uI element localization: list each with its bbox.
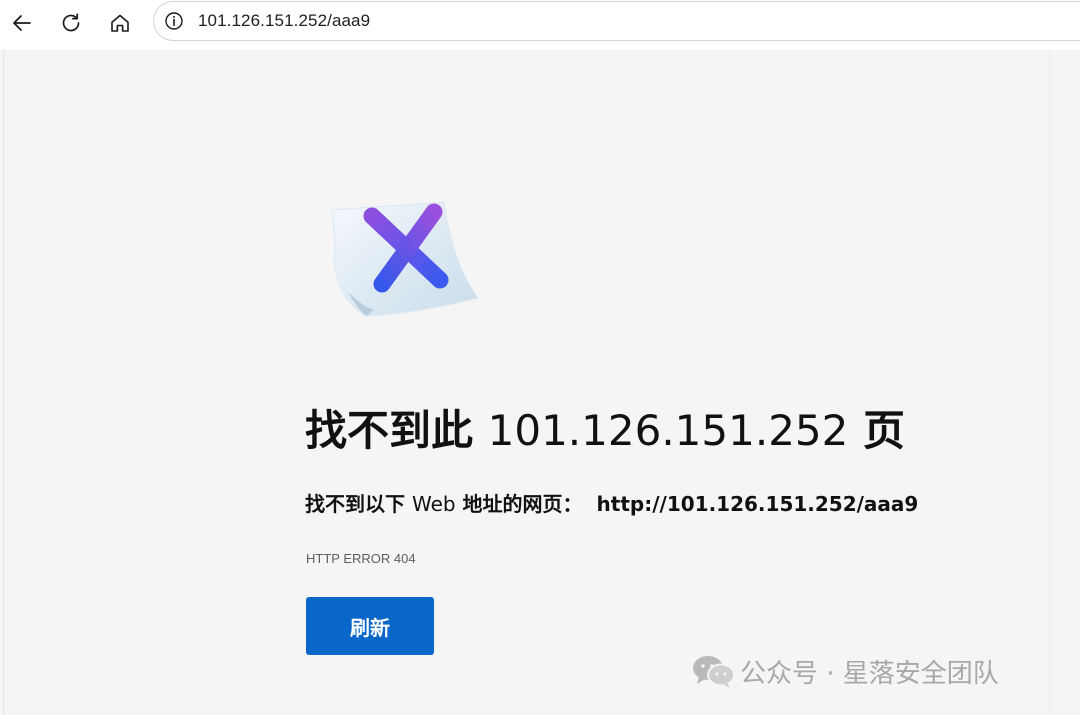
page-viewport	[3, 50, 1080, 715]
title-prefix: 找不到此	[305, 406, 474, 455]
home-icon	[111, 14, 129, 32]
http-error-code: HTTP ERROR 404	[306, 551, 416, 566]
subtitle-prefix: 找不到以下	[305, 492, 405, 516]
error-description: 找不到以下 Web 地址的网页： http://101.126.151.252/a…	[305, 488, 918, 517]
watermark-text: 公众号 · 星落安全团队	[740, 658, 999, 689]
requested-url: http://101.126.151.252/aaa9	[596, 492, 919, 516]
back-button[interactable]	[5, 6, 39, 40]
refresh-button[interactable]: 刷新	[306, 597, 434, 655]
refresh-icon	[62, 13, 80, 32]
subtitle-web: Web	[411, 492, 456, 516]
home-button[interactable]	[103, 6, 137, 40]
address-bar[interactable]: 101.126.151.252/aaa9	[153, 1, 1080, 41]
page-title: 找不到此 101.126.151.252 页	[305, 397, 905, 458]
back-arrow-icon	[13, 15, 31, 31]
browser-toolbar: 101.126.151.252/aaa9	[0, 0, 1080, 50]
title-suffix: 页	[862, 406, 905, 455]
title-host: 101.126.151.252	[487, 406, 849, 455]
info-icon[interactable]	[164, 11, 184, 31]
subtitle-suffix: 地址的网页：	[462, 492, 583, 516]
watermark: 公众号 · 星落安全团队	[690, 651, 999, 691]
wechat-icon	[693, 656, 735, 688]
reload-button[interactable]	[54, 6, 88, 40]
error-x-icon	[331, 201, 479, 317]
address-url[interactable]: 101.126.151.252/aaa9	[198, 11, 370, 31]
